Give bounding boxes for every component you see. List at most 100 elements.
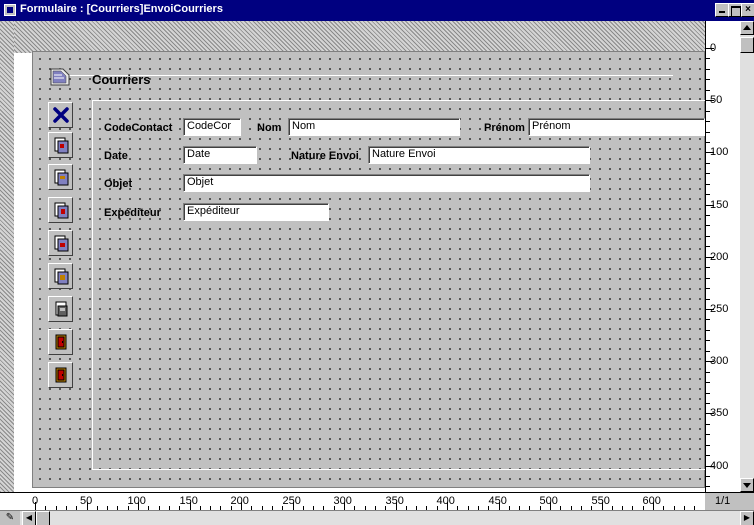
exit-button[interactable]	[48, 362, 73, 388]
ruler-tick	[706, 142, 710, 143]
window-title: Formulaire : [Courriers]EnvoiCourriers	[20, 3, 223, 15]
scroll-right-button[interactable]: ▶	[740, 511, 754, 525]
ruler-tick	[706, 372, 710, 373]
save-record-button[interactable]	[48, 296, 73, 322]
ruler-tick	[706, 288, 710, 289]
date-label: Date	[104, 150, 128, 162]
horizontal-ruler: 0 50 100 150 200 250 300 350 400 450 500 550 600	[0, 492, 705, 510]
record-icon	[54, 137, 68, 154]
ruler-tick	[706, 403, 710, 404]
ruler-tick	[706, 194, 710, 195]
expediteur-label: Expéditeur	[104, 207, 161, 219]
edit-mode-pencil-icon[interactable]: ✎	[0, 511, 20, 525]
horizontal-scroll-thumb[interactable]	[36, 511, 50, 525]
ruler-label: 250	[710, 303, 729, 315]
ruler-label: 300	[333, 495, 352, 507]
vertical-scroll-thumb[interactable]	[740, 37, 754, 53]
ruler-tick	[706, 455, 710, 456]
ruler-tick	[706, 278, 710, 279]
ruler-tick	[706, 184, 710, 185]
print-button[interactable]	[48, 329, 73, 355]
horizontal-scrollbar[interactable]: ✎ ◀ ▶	[0, 510, 754, 525]
delete-button[interactable]	[48, 102, 73, 128]
form-editor-window: Formulaire : [Courriers]EnvoiCourriers ×…	[0, 0, 754, 525]
minimize-button[interactable]	[715, 3, 729, 17]
prenom-label: Prénom	[484, 122, 525, 134]
nature-envoi-field[interactable]: Nature Envoi	[368, 146, 590, 164]
hatched-margin-left	[0, 21, 14, 492]
hatched-margin-top	[0, 21, 705, 53]
last-record-button[interactable]	[48, 230, 73, 256]
scroll-up-button[interactable]	[740, 21, 754, 35]
delete-x-icon	[52, 107, 69, 123]
ruler-label: 350	[710, 407, 729, 419]
title-bar[interactable]: Formulaire : [Courriers]EnvoiCourriers ×	[0, 0, 754, 21]
ruler-label: 550	[591, 495, 610, 507]
nom-field[interactable]: Nom	[288, 118, 460, 136]
ruler-label: 500	[539, 495, 558, 507]
previous-record-button[interactable]	[48, 164, 73, 190]
ruler-tick	[706, 173, 710, 174]
expediteur-field[interactable]: Expéditeur	[183, 203, 329, 221]
ruler-label: 50	[710, 94, 723, 106]
ruler-tick	[706, 69, 710, 70]
ruler-label: 50	[80, 495, 93, 507]
ruler-tick	[706, 121, 710, 122]
scroll-left-button[interactable]: ◀	[22, 511, 36, 525]
nature-envoi-label: Nature Envoi	[291, 150, 359, 162]
ruler-tick	[706, 319, 710, 320]
scroll-down-button[interactable]	[740, 478, 754, 492]
vertical-scrollbar[interactable]	[740, 21, 754, 492]
maximize-button[interactable]	[728, 3, 742, 17]
action-button-strip	[45, 102, 77, 402]
ruler-tick	[706, 236, 710, 237]
arrow-down-icon	[743, 483, 751, 488]
ruler-tick	[706, 299, 710, 300]
first-record-button[interactable]	[48, 132, 73, 158]
ruler-tick	[706, 111, 710, 112]
ruler-tick	[706, 163, 710, 164]
next-record-button[interactable]	[48, 197, 73, 223]
nom-label: Nom	[257, 122, 282, 134]
vertical-ruler: 0 50 100 150 200 250 300 350 400	[705, 21, 740, 492]
section-divider	[60, 75, 673, 76]
ruler-tick	[706, 330, 710, 331]
ruler-tick	[706, 351, 710, 352]
ruler-tick	[706, 132, 710, 133]
record-icon	[54, 235, 68, 252]
new-record-button[interactable]	[48, 263, 73, 289]
prenom-field[interactable]: Prénom	[528, 118, 705, 136]
ruler-label: 450	[488, 495, 507, 507]
exit-door-icon	[55, 334, 66, 350]
ruler-tick	[706, 246, 710, 247]
form-document-icon	[49, 66, 73, 88]
codecontact-label: CodeContact	[104, 122, 173, 134]
ruler-label: 600	[642, 495, 661, 507]
ruler-tick	[706, 434, 710, 435]
ruler-label: 150	[710, 199, 729, 211]
record-icon	[55, 301, 67, 317]
ruler-label: 0	[32, 495, 39, 507]
window-icon[interactable]	[4, 4, 16, 16]
ruler-tick	[706, 79, 710, 80]
ruler-label: 350	[385, 495, 404, 507]
record-icon	[54, 268, 68, 285]
close-button[interactable]: ×	[741, 3, 754, 17]
objet-label: Objet	[104, 178, 133, 190]
ruler-label: 400	[436, 495, 455, 507]
ruler-tick	[706, 382, 710, 383]
codecontact-field[interactable]: CodeCor	[183, 118, 241, 136]
ruler-tick	[706, 267, 710, 268]
page-indicator: 1/1	[705, 492, 754, 510]
ruler-tick	[706, 476, 710, 477]
date-field[interactable]: Date	[183, 146, 257, 164]
form-title[interactable]: Courriers	[92, 72, 151, 87]
ruler-label: 300	[710, 355, 729, 367]
ruler-tick	[706, 225, 710, 226]
exit-door-icon	[55, 367, 66, 383]
record-icon	[54, 169, 68, 186]
ruler-tick	[706, 90, 710, 91]
ruler-tick	[706, 58, 710, 59]
objet-field[interactable]: Objet	[183, 174, 590, 192]
ruler-tick	[706, 424, 710, 425]
